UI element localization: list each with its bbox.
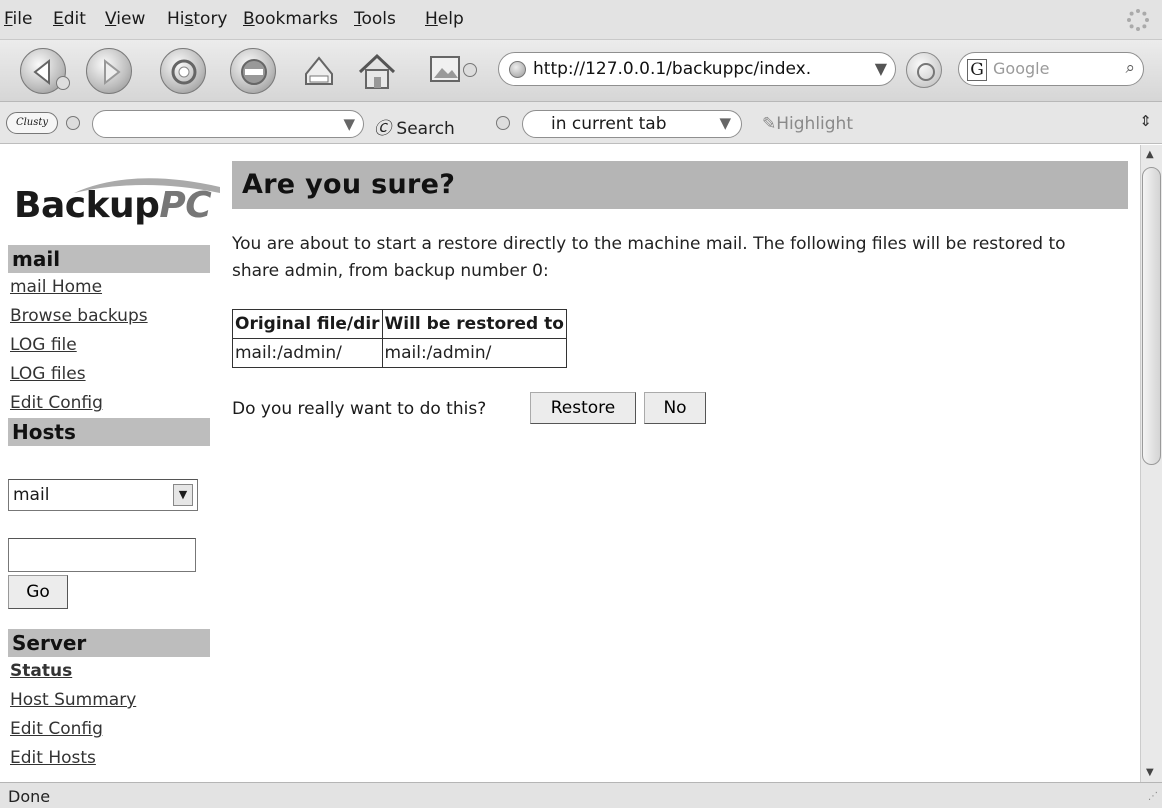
go-button[interactable]: Go [8, 575, 68, 609]
nav-link-log-file[interactable]: LOG file [8, 331, 210, 360]
menu-history[interactable]: History [167, 9, 228, 29]
navigation-toolbar: http://127.0.0.1/backuppc/index. ▼ G Goo… [0, 40, 1162, 102]
print-icon[interactable] [296, 48, 342, 94]
chevron-down-icon[interactable]: ▼ [173, 484, 193, 506]
nav-link-host-edit-config[interactable]: Edit Config [8, 389, 210, 418]
clusty-search-input[interactable]: ▼ [92, 110, 364, 138]
server-nav: Server Status Host Summary Edit Config E… [8, 629, 210, 773]
back-history-dropdown[interactable] [56, 76, 70, 90]
resize-grip-icon[interactable]: ⋰ [1148, 791, 1158, 802]
bookmark-dropdown[interactable] [463, 63, 477, 77]
nav-link-edit-hosts[interactable]: Edit Hosts [8, 744, 210, 773]
open-in-dropdown-icon[interactable]: ▼ [719, 114, 731, 132]
scroll-down-icon[interactable]: ▼ [1146, 767, 1154, 778]
table-header-row: Original file/dir Will be restored to [232, 309, 567, 339]
url-text: http://127.0.0.1/backuppc/index. [533, 59, 812, 79]
status-text: Done [8, 787, 51, 806]
nav-link-server-edit-config[interactable]: Edit Config [8, 715, 210, 744]
host-select[interactable]: mail ▼ [8, 479, 198, 511]
open-in-select[interactable]: in current tab ▼ [522, 110, 742, 138]
page-header: Are you sure? [232, 161, 1128, 209]
menu-file[interactable]: File [4, 9, 32, 29]
clusty-c-icon: Ⓒ [374, 119, 391, 139]
backuppc-logo: BackupPC [10, 163, 232, 233]
reload-button[interactable] [160, 48, 206, 94]
menu-view[interactable]: View [105, 9, 145, 29]
menu-help[interactable]: Help [425, 9, 464, 29]
clusty-dropdown[interactable] [66, 116, 80, 130]
search-icon[interactable]: ⌕ [1125, 58, 1135, 78]
menu-edit[interactable]: Edit [53, 9, 86, 29]
search-button[interactable]: Ⓒ Search [374, 114, 455, 139]
no-button[interactable]: No [644, 392, 706, 424]
home-icon[interactable] [352, 46, 402, 96]
cell-original: mail:/admin/ [232, 338, 383, 368]
nav-link-log-files[interactable]: LOG files [8, 360, 210, 389]
status-bar: Done ⋰ [0, 782, 1162, 808]
clusty-input-dropdown-icon[interactable]: ▼ [343, 115, 355, 133]
web-search-bar[interactable]: G Google ⌕ [958, 52, 1144, 86]
toolbar-overflow-icon[interactable]: ⇕ [1139, 112, 1152, 130]
menu-bookmarks[interactable]: Bookmarks [243, 9, 338, 29]
nav-link-status[interactable]: Status [8, 657, 210, 686]
server-section-title: Server [8, 629, 210, 657]
search-options-dropdown[interactable] [496, 116, 510, 130]
vertical-scrollbar[interactable]: ▲ ▼ [1140, 145, 1162, 782]
go-url-button[interactable] [906, 52, 942, 88]
restore-files-table: Original file/dir Will be restored to ma… [232, 309, 567, 368]
throbber-icon [1127, 9, 1149, 31]
stop-icon [241, 59, 267, 85]
menu-bar: File Edit View History Bookmarks Tools H… [0, 0, 1162, 40]
stop-button[interactable] [230, 48, 276, 94]
column-header-original: Original file/dir [232, 309, 383, 339]
page-title: Are you sure? [242, 169, 456, 200]
hosts-section-title: Hosts [8, 418, 210, 446]
menu-tools[interactable]: Tools [354, 9, 396, 29]
clusty-toolbar: Clusty ▼ Ⓒ Search in current tab ▼ ✎High… [0, 102, 1162, 144]
host-section-title: mail [8, 245, 210, 273]
highlight-button[interactable]: ✎Highlight [762, 114, 853, 134]
host-nav: mail mail Home Browse backups LOG file L… [8, 245, 210, 446]
url-dropdown-icon[interactable]: ▼ [875, 59, 887, 78]
nav-link-browse-backups[interactable]: Browse backups [8, 302, 210, 331]
page-content: BackupPC mail mail Home Browse backups L… [0, 145, 1140, 782]
nav-link-host-home[interactable]: mail Home [8, 273, 210, 302]
site-globe-icon [509, 61, 526, 78]
forward-arrow-icon [104, 58, 121, 86]
restore-button[interactable]: Restore [530, 392, 636, 424]
column-header-restored-to: Will be restored to [381, 309, 567, 339]
url-bar[interactable]: http://127.0.0.1/backuppc/index. ▼ [498, 52, 896, 86]
scroll-up-icon[interactable]: ▲ [1146, 149, 1154, 160]
host-search-input[interactable] [8, 538, 196, 572]
nav-link-host-summary[interactable]: Host Summary [8, 686, 210, 715]
restore-message: You are about to start a restore directl… [232, 234, 1066, 281]
clusty-logo-button[interactable]: Clusty [6, 112, 58, 134]
google-icon[interactable]: G [967, 59, 987, 81]
reload-icon [171, 59, 197, 85]
cell-restored-to: mail:/admin/ [381, 338, 567, 368]
confirm-question: Do you really want to do this? [232, 399, 487, 419]
search-placeholder: Google [993, 59, 1050, 78]
highlighter-icon: ✎ [762, 114, 777, 134]
scrollbar-thumb[interactable] [1142, 167, 1161, 465]
bookmark-image-icon[interactable] [428, 52, 462, 86]
table-row: mail:/admin/ mail:/admin/ [232, 338, 567, 368]
forward-button[interactable] [86, 48, 132, 94]
